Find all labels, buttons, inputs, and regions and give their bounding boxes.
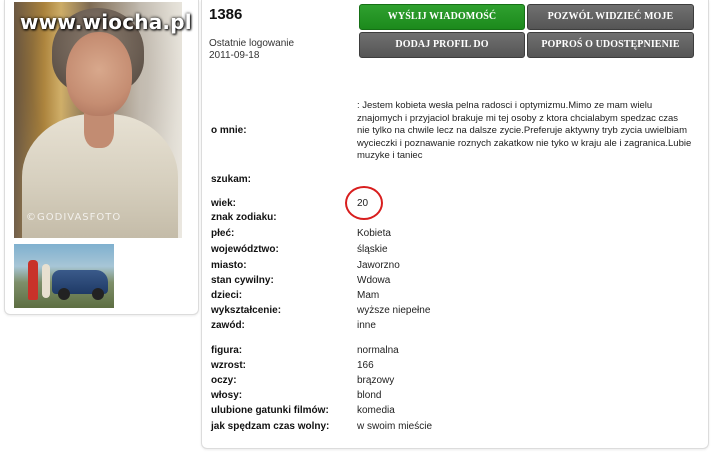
photo-stamp: ©GODIVASFOTO xyxy=(26,212,122,223)
children-label: dzieci: xyxy=(211,290,243,301)
hair-label: włosy: xyxy=(211,390,243,401)
site-watermark: www.wiocha.pl xyxy=(20,10,192,34)
height-label: wzrost: xyxy=(211,360,246,371)
age-label: wiek: xyxy=(211,198,237,209)
request-photos-button[interactable]: POPROŚ O UDOSTĘPNIENIE ZDJĘĆ xyxy=(527,32,694,74)
marital-label: stan cywilny: xyxy=(211,275,274,286)
profile-photo[interactable]: ©GODIVASFOTO xyxy=(14,2,182,238)
height-value: 166 xyxy=(357,360,374,371)
allow-photos-button[interactable]: POZWÓL WIDZIEĆ MOJE ZDJĘCIA xyxy=(527,4,694,46)
last-login-date: 2011-09-18 xyxy=(209,50,260,61)
job-value: inne xyxy=(357,320,376,331)
about-value: : Jestem kobieta wesła pelna radosci i o… xyxy=(357,100,692,162)
figure-value: normalna xyxy=(357,345,399,356)
add-favorite-button[interactable]: DODAJ PROFIL DO ULUBIONYCH xyxy=(359,32,525,74)
job-label: zawód: xyxy=(211,320,245,331)
figure-label: figura: xyxy=(211,345,243,356)
profile-id: 1386 xyxy=(209,6,243,23)
films-label: ulubione gatunki filmów: xyxy=(211,405,329,416)
seeking-label: szukam: xyxy=(211,174,252,185)
zodiac-label: znak zodiaku: xyxy=(211,212,277,223)
about-label: o mnie: xyxy=(211,125,247,136)
freetime-value: w swoim mieście xyxy=(357,421,433,432)
education-value: wyższe niepełne xyxy=(357,305,431,316)
children-value: Mam xyxy=(357,290,380,301)
province-label: województwo: xyxy=(211,244,279,255)
last-login-label: Ostatnie logowanie xyxy=(209,38,295,49)
sex-label: płeć: xyxy=(211,228,235,239)
highlight-circle xyxy=(345,186,383,220)
films-value: komedia xyxy=(357,405,395,416)
photo-thumbnail[interactable] xyxy=(14,244,114,308)
hair-value: blond xyxy=(357,390,382,401)
city-label: miasto: xyxy=(211,260,247,271)
eyes-value: brązowy xyxy=(357,375,395,386)
province-value: śląskie xyxy=(357,244,388,255)
education-label: wykształcenie: xyxy=(211,305,282,316)
sex-value: Kobieta xyxy=(357,228,391,239)
freetime-label: jak spędzam czas wolny: xyxy=(211,421,330,432)
eyes-label: oczy: xyxy=(211,375,237,386)
send-message-button[interactable]: WYŚLIJ WIADOMOŚĆ xyxy=(359,4,525,30)
marital-value: Wdowa xyxy=(357,275,391,286)
city-value: Jaworzno xyxy=(357,260,400,271)
